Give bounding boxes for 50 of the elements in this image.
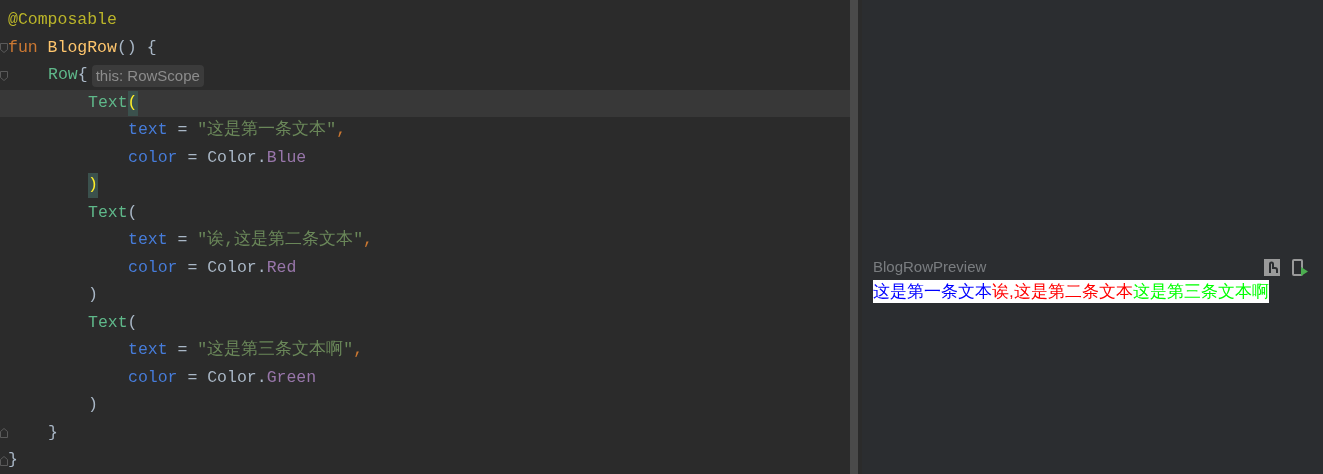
code-token: color	[128, 366, 178, 389]
code-token: (	[127, 90, 138, 116]
code-token: text	[128, 229, 168, 252]
code-token: = Color.	[186, 256, 267, 279]
code-token: @Composable	[8, 9, 117, 32]
code-token: Text	[88, 201, 128, 224]
interactive-mode-icon[interactable]	[1264, 258, 1280, 276]
code-token: ,	[363, 229, 373, 252]
code-token: ,	[353, 339, 364, 362]
code-token: Text	[88, 311, 128, 334]
fold-icon[interactable]	[0, 70, 8, 81]
code-token: color	[128, 256, 178, 279]
code-token: Blue	[266, 146, 307, 169]
code-token: }	[8, 449, 18, 472]
code-token: text	[128, 119, 168, 142]
inlay-hint: this: RowScope	[91, 64, 204, 87]
device-run-icon[interactable]	[1292, 258, 1308, 276]
code-token: ,	[336, 119, 347, 142]
code-token: )	[88, 284, 98, 307]
fold-icon[interactable]	[0, 428, 8, 439]
code-token: )	[88, 173, 98, 199]
code-token: "这是第三条文本啊"	[197, 339, 354, 362]
fold-icon[interactable]	[0, 43, 8, 54]
code-token: () {	[116, 36, 157, 59]
code-token: color	[128, 146, 178, 169]
code-token: text	[128, 339, 168, 362]
code-token: =	[176, 229, 189, 252]
code-token: (	[127, 201, 138, 224]
code-token: Green	[266, 366, 317, 389]
code-token: = Color.	[186, 146, 267, 169]
code-token: (	[127, 311, 138, 334]
preview-text: 诶,这是第二条文本	[992, 283, 1133, 300]
code-token: }	[48, 421, 58, 444]
preview-text: 这是第一条文本	[873, 283, 992, 300]
code-token: =	[176, 119, 189, 142]
code-token: "诶,这是第二条文本"	[197, 229, 364, 252]
code-token: )	[88, 394, 98, 417]
code-token: =	[176, 339, 189, 362]
code-token: = Color.	[186, 366, 267, 389]
preview-title: BlogRowPreview	[873, 256, 987, 277]
scrollbar[interactable]	[850, 0, 858, 474]
code-token: Red	[266, 256, 297, 279]
preview-text: 这是第三条文本啊	[1132, 283, 1269, 300]
code-token: BlogRow	[47, 36, 117, 59]
fold-icon[interactable]	[0, 455, 8, 466]
code-token: Row	[48, 64, 78, 87]
code-token: fun	[8, 36, 39, 59]
code-token: "这是第一条文本"	[197, 119, 337, 142]
code-token: Text	[88, 91, 128, 114]
code-token: {	[77, 64, 88, 87]
